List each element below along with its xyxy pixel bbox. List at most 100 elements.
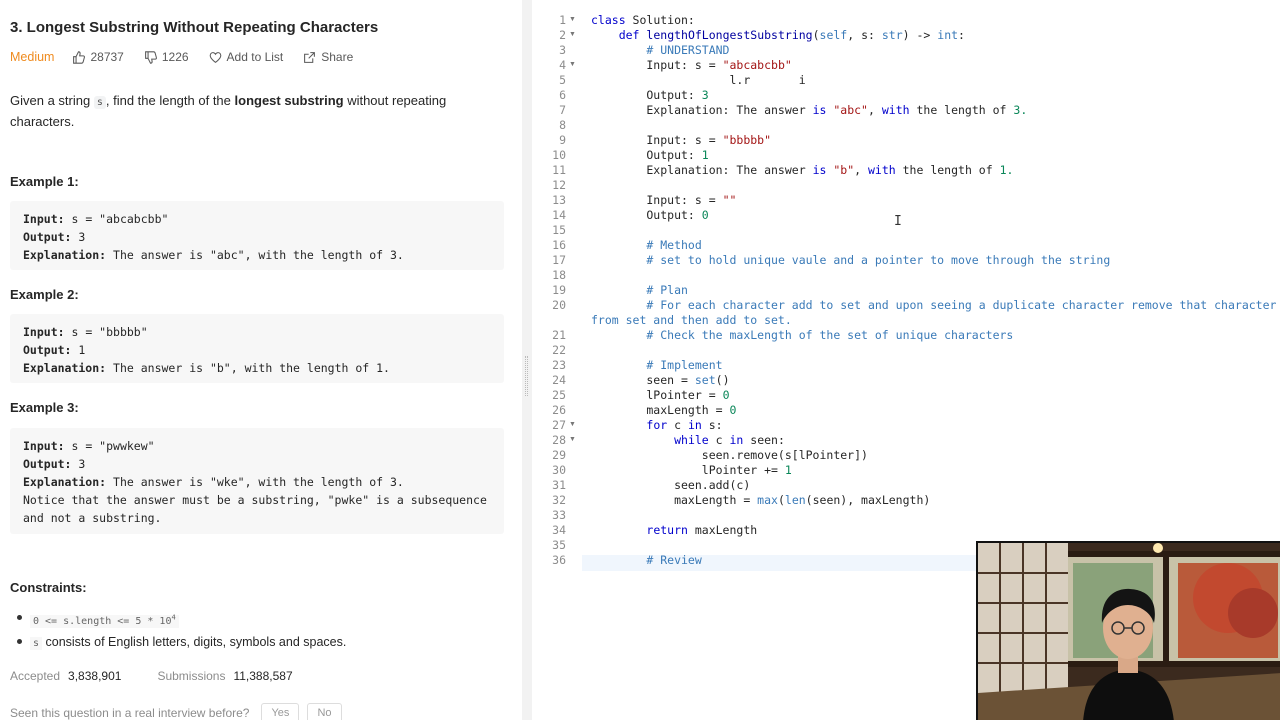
heart-icon [209, 51, 221, 63]
resize-handle[interactable] [525, 356, 528, 396]
like-button[interactable]: 28737 [72, 50, 124, 64]
statement-variable: s [93, 96, 106, 109]
code-line[interactable]: # Method [591, 238, 701, 252]
constraint-text: consists of English letters, digits, sym… [42, 635, 347, 650]
code-line[interactable]: # Implement [591, 358, 722, 372]
code-line[interactable]: # For each character add to set and upon… [591, 298, 1276, 312]
line-number: 23 [552, 358, 566, 372]
code-line[interactable]: # UNDERSTAND [591, 43, 729, 57]
statement-text: , find the length of the [105, 93, 235, 108]
presenter-video-icon [978, 543, 1280, 720]
add-to-list-button[interactable]: Add to List [209, 50, 284, 64]
constraint-code: s [30, 637, 43, 651]
code-line[interactable]: maxLength = 0 [591, 403, 736, 417]
line-number-gutter: 1 ▼ 2 ▼ 3 4 ▼ 5 6 7 8 9 10 11 12 13 14 15 16 17 18 19 20 21 22 23… [532, 0, 582, 720]
output-label: Output: [23, 457, 72, 471]
code-line[interactable]: Explanation: The answer is "b", with the… [591, 163, 1013, 177]
code-line[interactable]: maxLength = max(len(seen), maxLength) [591, 493, 930, 507]
code-line[interactable]: seen.remove(s[lPointer]) [591, 448, 868, 462]
code-line[interactable]: while c in seen: [591, 433, 785, 447]
code-line[interactable]: lPointer += 1 [591, 463, 792, 477]
example-block: Input: s = "bbbbb" Output: 1 Explanation… [10, 314, 504, 383]
code-line[interactable]: # Check the maxLength of the set of uniq… [591, 328, 1013, 342]
code-line[interactable]: Input: s = "bbbbb" [591, 133, 771, 147]
code-line[interactable]: class Solution: [591, 13, 695, 27]
code-line[interactable]: from set and then add to set. [591, 313, 792, 327]
code-line[interactable]: seen = set() [591, 373, 729, 387]
dislike-button[interactable]: 1226 [144, 50, 189, 64]
thumbs-down-icon [144, 50, 157, 64]
accepted-count: 3,838,901 [68, 669, 122, 683]
line-number: 14 [552, 208, 566, 222]
code-line[interactable]: lPointer = 0 [591, 388, 729, 402]
problem-title: 3. Longest Substring Without Repeating C… [10, 19, 379, 36]
interview-prompt: Seen this question in a real interview b… [10, 703, 342, 720]
line-number: 19 [552, 283, 566, 297]
line-number: 35 [552, 538, 566, 552]
line-number: 25 [552, 388, 566, 402]
line-number: 36 [552, 553, 566, 567]
line-number: 15 [552, 223, 566, 237]
fold-arrow-icon[interactable]: ▼ [569, 436, 576, 443]
code-line[interactable]: # Plan [591, 283, 688, 297]
code-line[interactable]: Input: s = "abcabcbb" [591, 58, 791, 72]
input-value: s = "abcabcbb" [71, 212, 169, 226]
yes-button[interactable]: Yes [261, 703, 300, 720]
fold-arrow-icon[interactable]: ▼ [569, 421, 576, 428]
constraint-item: s consists of English letters, digits, s… [16, 632, 347, 654]
example-title: Example 2: [10, 287, 79, 302]
code-line[interactable]: for c in s: [591, 418, 722, 432]
line-number: 28 [552, 433, 566, 447]
constraint-exponent: 4 [171, 614, 176, 622]
line-number: 12 [552, 178, 566, 192]
fold-arrow-icon[interactable]: ▼ [569, 16, 576, 23]
output-value: 1 [78, 343, 86, 357]
thumbs-up-icon [73, 50, 86, 64]
example-note: Notice that the answer must be a substri… [23, 493, 487, 525]
line-number: 3 [559, 43, 566, 57]
dislike-count: 1226 [161, 50, 189, 64]
constraint-code: 0 <= s.length <= 5 * 10 [33, 616, 172, 628]
fold-arrow-icon[interactable]: ▼ [569, 31, 576, 38]
input-label: Input: [23, 439, 65, 453]
code-line[interactable]: Input: s = "" [591, 193, 736, 207]
fold-arrow-icon[interactable]: ▼ [569, 61, 576, 68]
code-line[interactable]: Output: 3 [591, 88, 708, 102]
line-number: 30 [552, 463, 566, 477]
line-number: 26 [552, 403, 566, 417]
output-label: Output: [23, 230, 72, 244]
line-number: 7 [559, 103, 566, 117]
code-line[interactable]: Explanation: The answer is "abc", with t… [591, 103, 1027, 117]
line-number: 21 [552, 328, 566, 342]
explanation-value: The answer is "wke", with the length of … [113, 475, 404, 489]
input-value: s = "bbbbb" [71, 325, 148, 339]
explanation-value: The answer is "b", with the length of 1. [113, 361, 390, 375]
output-value: 3 [78, 230, 86, 244]
code-line[interactable]: def lengthOfLongestSubstring(self, s: st… [591, 28, 965, 42]
example-block: Input: s = "abcabcbb" Output: 3 Explanat… [10, 201, 504, 270]
share-icon [304, 51, 316, 63]
line-number: 17 [552, 253, 566, 267]
code-line[interactable]: # set to hold unique vaule and a pointer… [591, 253, 1110, 267]
line-number: 29 [552, 448, 566, 462]
no-button[interactable]: No [307, 703, 342, 720]
explanation-label: Explanation: [23, 248, 107, 262]
code-line[interactable]: seen.add(c) [591, 478, 750, 492]
line-number: 11 [552, 163, 566, 177]
text-cursor-icon: I [894, 214, 902, 229]
accepted-label: Accepted [10, 669, 61, 683]
line-number: 2 [559, 28, 566, 42]
line-number: 34 [552, 523, 566, 537]
line-number: 18 [552, 268, 566, 282]
code-line[interactable]: return maxLength [591, 523, 757, 537]
explanation-label: Explanation: [23, 361, 107, 375]
code-line[interactable]: l.r i [591, 73, 805, 87]
add-to-list-label: Add to List [226, 50, 284, 64]
example-title: Example 1: [10, 174, 79, 189]
code-line[interactable]: Output: 0 [591, 208, 708, 222]
problem-description-panel: 3. Longest Substring Without Repeating C… [0, 0, 522, 720]
line-number: 9 [559, 133, 566, 147]
code-line[interactable]: Output: 1 [591, 148, 708, 162]
code-line[interactable]: # Review [591, 553, 701, 567]
share-button[interactable]: Share [303, 50, 353, 64]
